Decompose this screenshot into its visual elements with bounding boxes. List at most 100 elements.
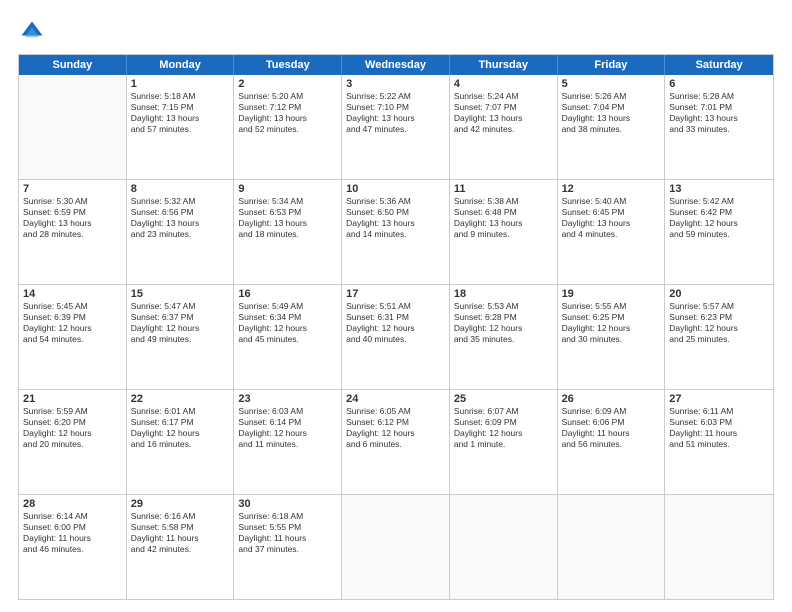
cell-line: and 42 minutes.: [454, 124, 553, 135]
cell-line: Daylight: 13 hours: [346, 218, 445, 229]
cell-line: Sunrise: 5:40 AM: [562, 196, 661, 207]
calendar-cell: 11Sunrise: 5:38 AMSunset: 6:48 PMDayligh…: [450, 180, 558, 284]
cell-line: Sunrise: 5:22 AM: [346, 91, 445, 102]
calendar-cell: [450, 495, 558, 599]
cell-line: and 46 minutes.: [23, 544, 122, 555]
cell-line: Daylight: 13 hours: [238, 113, 337, 124]
cell-line: and 45 minutes.: [238, 334, 337, 345]
day-number: 21: [23, 393, 122, 405]
cell-line: Sunset: 6:45 PM: [562, 207, 661, 218]
cell-line: and 1 minute.: [454, 439, 553, 450]
logo-icon: [18, 18, 46, 46]
calendar-cell: 9Sunrise: 5:34 AMSunset: 6:53 PMDaylight…: [234, 180, 342, 284]
cell-line: Sunrise: 5:57 AM: [669, 301, 769, 312]
cell-line: Sunrise: 5:32 AM: [131, 196, 230, 207]
cell-line: Daylight: 12 hours: [238, 428, 337, 439]
cell-line: and 6 minutes.: [346, 439, 445, 450]
cell-line: Sunset: 6:31 PM: [346, 312, 445, 323]
cell-line: Sunrise: 6:05 AM: [346, 406, 445, 417]
day-number: 27: [669, 393, 769, 405]
cell-line: and 14 minutes.: [346, 229, 445, 240]
calendar-cell: 5Sunrise: 5:26 AMSunset: 7:04 PMDaylight…: [558, 75, 666, 179]
cell-line: Sunset: 6:56 PM: [131, 207, 230, 218]
day-number: 4: [454, 78, 553, 90]
cell-line: Daylight: 12 hours: [346, 428, 445, 439]
calendar-cell: 30Sunrise: 6:18 AMSunset: 5:55 PMDayligh…: [234, 495, 342, 599]
cell-line: Sunrise: 5:42 AM: [669, 196, 769, 207]
day-number: 11: [454, 183, 553, 195]
cell-line: Sunrise: 6:07 AM: [454, 406, 553, 417]
calendar-row: 21Sunrise: 5:59 AMSunset: 6:20 PMDayligh…: [19, 390, 773, 495]
cell-line: Daylight: 12 hours: [23, 428, 122, 439]
day-number: 25: [454, 393, 553, 405]
cell-line: and 35 minutes.: [454, 334, 553, 345]
cell-line: and 59 minutes.: [669, 229, 769, 240]
day-number: 6: [669, 78, 769, 90]
day-number: 20: [669, 288, 769, 300]
cell-line: and 49 minutes.: [131, 334, 230, 345]
header-day-monday: Monday: [127, 55, 235, 75]
cell-line: Sunrise: 6:03 AM: [238, 406, 337, 417]
cell-line: Sunset: 5:55 PM: [238, 522, 337, 533]
cell-line: Daylight: 13 hours: [669, 113, 769, 124]
cell-line: and 57 minutes.: [131, 124, 230, 135]
day-number: 13: [669, 183, 769, 195]
calendar-cell: 10Sunrise: 5:36 AMSunset: 6:50 PMDayligh…: [342, 180, 450, 284]
cell-line: Daylight: 11 hours: [238, 533, 337, 544]
day-number: 12: [562, 183, 661, 195]
cell-line: Sunset: 6:34 PM: [238, 312, 337, 323]
cell-line: Sunset: 6:25 PM: [562, 312, 661, 323]
cell-line: Sunset: 6:12 PM: [346, 417, 445, 428]
cell-line: Sunset: 6:48 PM: [454, 207, 553, 218]
header-day-friday: Friday: [558, 55, 666, 75]
calendar-cell: 28Sunrise: 6:14 AMSunset: 6:00 PMDayligh…: [19, 495, 127, 599]
cell-line: Daylight: 13 hours: [562, 218, 661, 229]
cell-line: Sunrise: 5:18 AM: [131, 91, 230, 102]
cell-line: Sunrise: 5:38 AM: [454, 196, 553, 207]
cell-line: Sunset: 7:01 PM: [669, 102, 769, 113]
cell-line: Daylight: 12 hours: [562, 323, 661, 334]
calendar-cell: 16Sunrise: 5:49 AMSunset: 6:34 PMDayligh…: [234, 285, 342, 389]
header-day-wednesday: Wednesday: [342, 55, 450, 75]
cell-line: Daylight: 13 hours: [454, 218, 553, 229]
cell-line: Sunset: 6:59 PM: [23, 207, 122, 218]
cell-line: Sunrise: 6:16 AM: [131, 511, 230, 522]
day-number: 19: [562, 288, 661, 300]
day-number: 5: [562, 78, 661, 90]
cell-line: Daylight: 12 hours: [23, 323, 122, 334]
cell-line: Sunset: 7:04 PM: [562, 102, 661, 113]
cell-line: Sunset: 6:23 PM: [669, 312, 769, 323]
cell-line: Sunset: 6:53 PM: [238, 207, 337, 218]
cell-line: Sunset: 6:28 PM: [454, 312, 553, 323]
cell-line: Daylight: 13 hours: [131, 218, 230, 229]
header: [18, 18, 774, 46]
calendar-cell: 12Sunrise: 5:40 AMSunset: 6:45 PMDayligh…: [558, 180, 666, 284]
calendar-cell: 20Sunrise: 5:57 AMSunset: 6:23 PMDayligh…: [665, 285, 773, 389]
cell-line: and 4 minutes.: [562, 229, 661, 240]
calendar-cell: [558, 495, 666, 599]
day-number: 28: [23, 498, 122, 510]
cell-line: Sunset: 6:37 PM: [131, 312, 230, 323]
cell-line: Daylight: 12 hours: [669, 218, 769, 229]
cell-line: and 25 minutes.: [669, 334, 769, 345]
cell-line: Sunrise: 6:09 AM: [562, 406, 661, 417]
cell-line: and 23 minutes.: [131, 229, 230, 240]
cell-line: Sunset: 6:50 PM: [346, 207, 445, 218]
calendar-header: SundayMondayTuesdayWednesdayThursdayFrid…: [19, 55, 773, 75]
calendar: SundayMondayTuesdayWednesdayThursdayFrid…: [18, 54, 774, 600]
cell-line: and 18 minutes.: [238, 229, 337, 240]
cell-line: and 52 minutes.: [238, 124, 337, 135]
calendar-cell: 22Sunrise: 6:01 AMSunset: 6:17 PMDayligh…: [127, 390, 235, 494]
cell-line: Sunrise: 6:14 AM: [23, 511, 122, 522]
cell-line: Sunrise: 6:01 AM: [131, 406, 230, 417]
calendar-cell: 4Sunrise: 5:24 AMSunset: 7:07 PMDaylight…: [450, 75, 558, 179]
day-number: 26: [562, 393, 661, 405]
day-number: 30: [238, 498, 337, 510]
calendar-cell: 13Sunrise: 5:42 AMSunset: 6:42 PMDayligh…: [665, 180, 773, 284]
cell-line: Daylight: 12 hours: [238, 323, 337, 334]
cell-line: Sunset: 6:09 PM: [454, 417, 553, 428]
cell-line: and 16 minutes.: [131, 439, 230, 450]
cell-line: and 30 minutes.: [562, 334, 661, 345]
calendar-cell: 21Sunrise: 5:59 AMSunset: 6:20 PMDayligh…: [19, 390, 127, 494]
cell-line: and 28 minutes.: [23, 229, 122, 240]
